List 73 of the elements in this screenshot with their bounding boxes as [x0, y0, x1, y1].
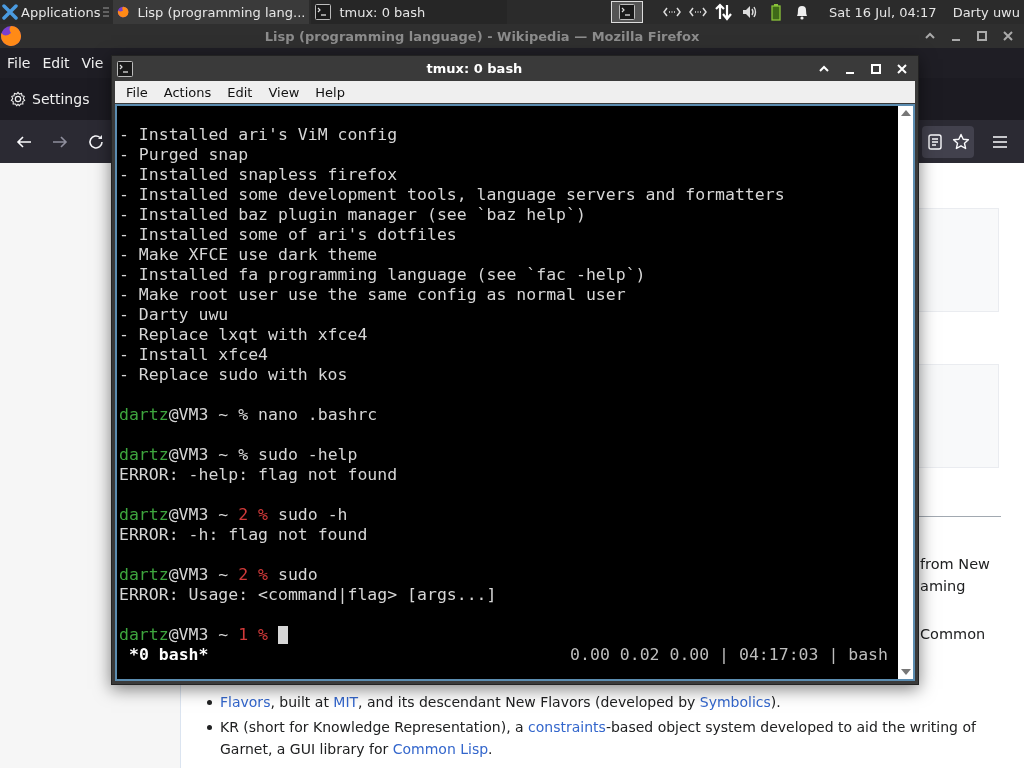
- terminal-output: - Installed fa programming language (see `fac -help`): [119, 265, 646, 285]
- bookmark-item[interactable]: Settings: [10, 91, 90, 107]
- taskbar-button[interactable]: tmux: 0 bash: [311, 0, 508, 24]
- article-link[interactable]: MIT: [333, 694, 359, 710]
- shell-prompt: dartz@VM3 ~ 2 % sudo: [119, 565, 318, 585]
- article-link[interactable]: Flavors: [220, 694, 271, 710]
- arrow-up-icon[interactable]: [900, 110, 911, 116]
- menu-item[interactable]: File: [7, 55, 31, 71]
- terminal-output: - Installed snapless firefox: [119, 165, 398, 185]
- article-link[interactable]: Symbolics: [699, 694, 771, 710]
- arrow-down-icon[interactable]: [900, 669, 911, 675]
- shell-prompt: dartz@VM3 ~ % nano .bashrc: [119, 405, 378, 425]
- tmux-status: 0.00 0.02 0.00 | 04:17:03 | bash: [570, 645, 888, 665]
- terminal-output: - Installed some of ari's dotfiles: [119, 225, 457, 245]
- article-text: Common: [920, 625, 987, 644]
- taskbar-button[interactable]: Lisp (programming lang...: [113, 0, 310, 24]
- list-item-text: Flavors, built at MIT, and its descendant New Flavors (developed by Symbolics).: [220, 693, 781, 712]
- article-link[interactable]: constraints: [528, 719, 606, 735]
- menu-item[interactable]: Actions: [155, 84, 220, 100]
- gear-icon: [10, 91, 26, 107]
- star-icon: [952, 132, 970, 151]
- terminal-icon: [619, 4, 636, 20]
- terminal-icon: [315, 4, 332, 20]
- article-text: aming: [920, 577, 967, 596]
- menu-item[interactable]: Vie: [81, 55, 104, 71]
- terminal-output: - Installed ari's ViM config: [119, 125, 398, 145]
- terminal-output: - Make XFCE use dark theme: [119, 245, 378, 265]
- reload-icon: [87, 132, 105, 151]
- shell-prompt: dartz@VM3 ~ 2 % sudo -h: [119, 505, 348, 525]
- maximize-button[interactable]: [974, 28, 990, 44]
- menu-item[interactable]: Help: [307, 84, 353, 100]
- minimize-icon: [952, 39, 960, 41]
- window-title: tmux: 0 bash: [425, 61, 524, 76]
- workspace-switcher[interactable]: [611, 1, 644, 23]
- terminal-output: - Installed baz plugin manager (see `baz help`): [119, 205, 586, 225]
- terminal-output: ERROR: Usage: <command|flag> [args...]: [119, 585, 497, 605]
- terminal-output: ERROR: -help: flag not found: [119, 465, 398, 485]
- menu-item[interactable]: File: [118, 84, 156, 100]
- window-title: Lisp (programming language) - Wikipedia — Mozilla Firefox: [263, 28, 701, 44]
- menu-item[interactable]: Edit: [42, 55, 70, 71]
- terminal-icon: [117, 60, 133, 77]
- terminal-output: - Installed some development tools, language servers and formatters: [119, 185, 785, 205]
- bullet-dot: [207, 700, 212, 705]
- menu-item[interactable]: Edit: [219, 84, 261, 100]
- document-icon: [926, 132, 944, 151]
- clock[interactable]: Sat 16 Jul, 04:17: [829, 4, 937, 20]
- list-item-text: KR (short for Knowledge Representation), a constraints-based object system developed to aid the writing of Garnet, a GUI library for Common Lisp.: [220, 718, 978, 759]
- close-icon: [1002, 30, 1014, 42]
- terminal-output: - Darty uwu: [119, 305, 229, 325]
- maximize-icon: [870, 62, 882, 75]
- browser-logo-icon: [117, 4, 130, 20]
- cross-logo-icon: [2, 4, 18, 20]
- article-text: from New: [920, 555, 991, 574]
- menu-item[interactable]: View: [260, 84, 308, 100]
- handle-icon: [103, 6, 110, 18]
- terminal-output: - Replace sudo with kos: [119, 365, 348, 385]
- shell-prompt: dartz@VM3 ~ % sudo -help: [119, 445, 358, 465]
- maximize-icon: [976, 30, 988, 42]
- transfer-icon[interactable]: [715, 3, 734, 21]
- close-icon: [896, 62, 908, 75]
- terminal-output: - Make root user use the same config as normal user: [119, 285, 626, 305]
- bullet-dot: [207, 725, 212, 730]
- scrollbar[interactable]: [898, 106, 913, 679]
- terminal-output: - Replace lxqt with xfce4: [119, 325, 368, 345]
- tmux-window-label: *0 bash*: [129, 645, 209, 665]
- terminal-output: - Install xfce4: [119, 345, 268, 365]
- shell-prompt: dartz@VM3 ~ 1 %: [119, 625, 270, 645]
- terminal-output: - Purged snap: [119, 145, 249, 165]
- minimize-icon: [846, 71, 854, 74]
- terminal-output: ERROR: -h: flag not found: [119, 525, 368, 545]
- applications-menu[interactable]: Applications: [0, 0, 112, 24]
- browser-logo-icon: [0, 25, 22, 47]
- user-name[interactable]: Darty uwu: [952, 4, 1020, 20]
